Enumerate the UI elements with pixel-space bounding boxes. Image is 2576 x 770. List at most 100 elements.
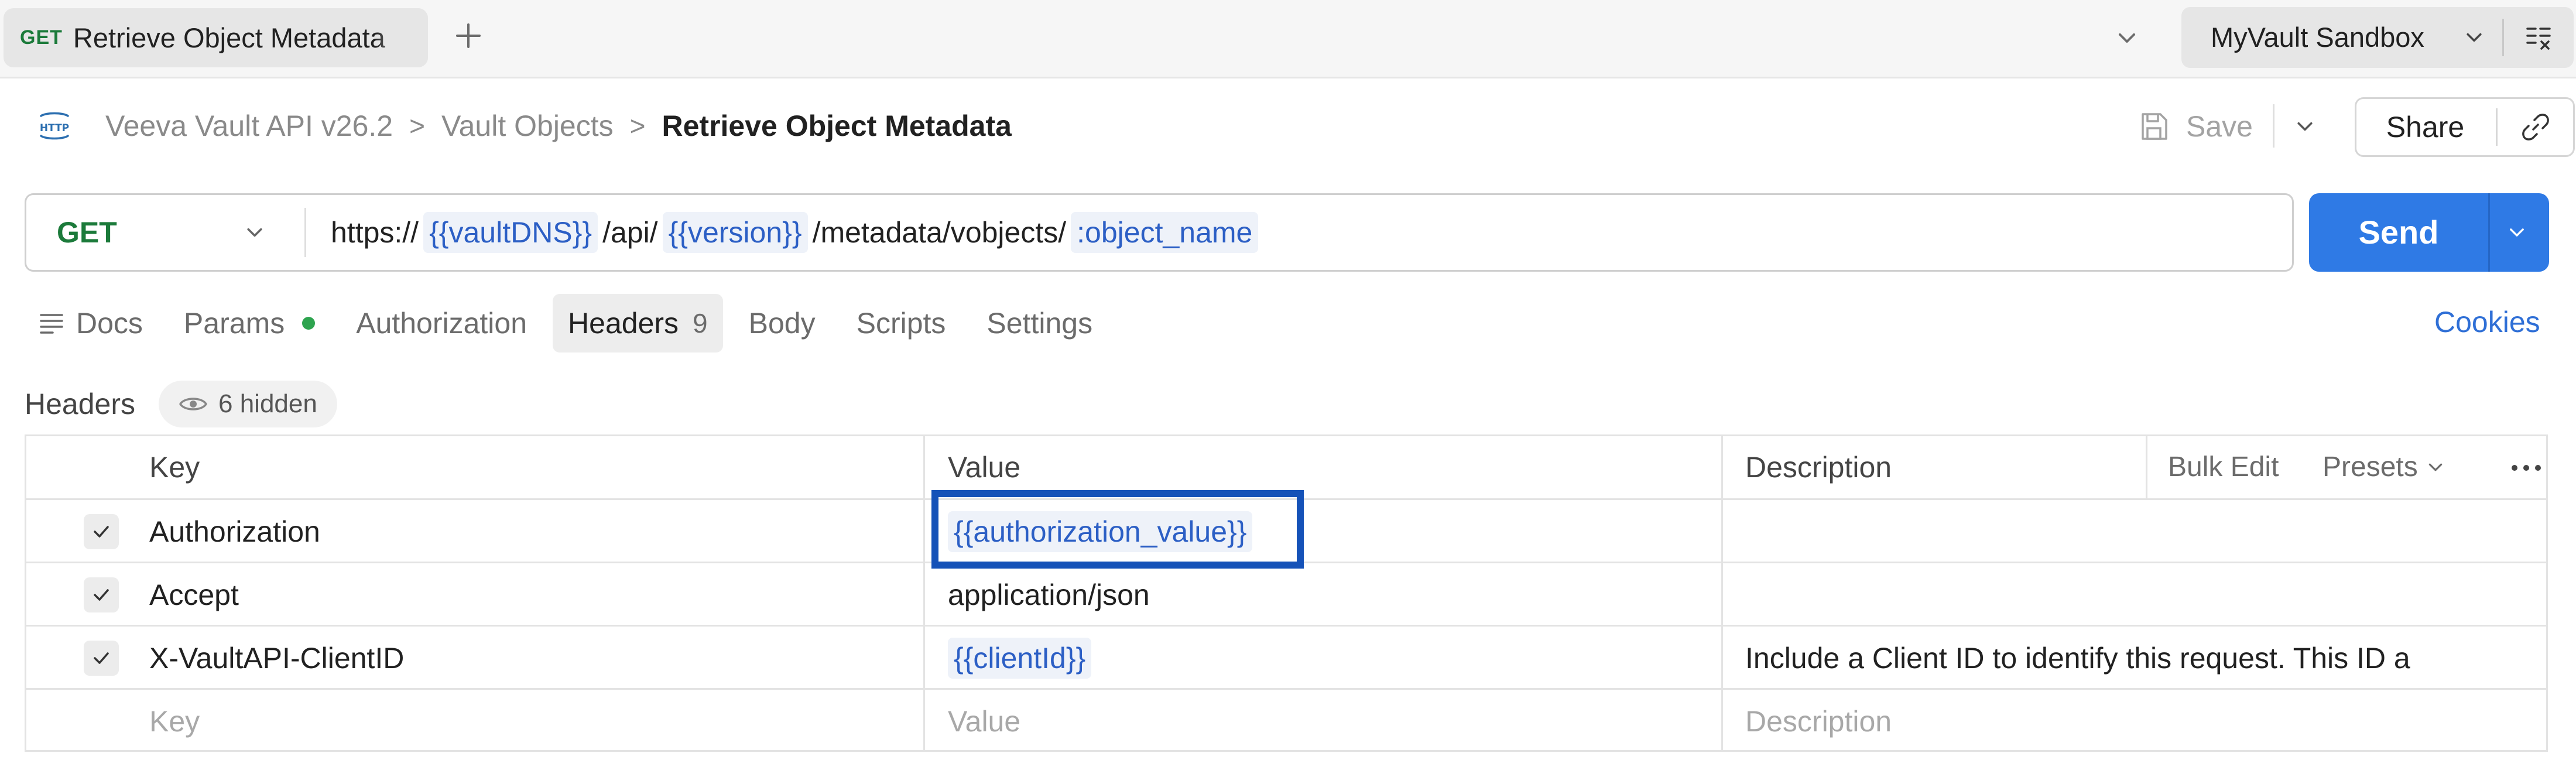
request-tab[interactable]: GET Retrieve Object Metadata: [4, 8, 428, 67]
docs-icon: [40, 314, 63, 334]
link-icon[interactable]: [2510, 107, 2561, 147]
share-group: Share: [2355, 97, 2575, 157]
new-header-key-input[interactable]: Key: [149, 690, 200, 753]
http-icon: HTTP: [34, 105, 75, 146]
header-key[interactable]: Accept: [149, 563, 239, 627]
request-tab-title: Retrieve Object Metadata: [73, 22, 385, 53]
chevron-down-icon[interactable]: [2496, 214, 2537, 251]
header-value[interactable]: application/json: [948, 563, 1150, 627]
hidden-headers-label: 6 hidden: [218, 389, 317, 418]
environment-variables-icon[interactable]: [2518, 19, 2559, 56]
plus-icon[interactable]: [448, 15, 489, 56]
request-tab-method: GET: [20, 26, 63, 49]
method-select[interactable]: GET: [26, 195, 307, 270]
request-tab-fade: [375, 8, 428, 67]
presets-label: Presets: [2322, 451, 2418, 482]
send-button[interactable]: Send: [2309, 193, 2488, 272]
url-scheme: https://: [331, 216, 419, 249]
send-group: Send: [2309, 193, 2549, 272]
chevron-down-icon: [2428, 463, 2442, 471]
table-row: X-VaultAPI-ClientID {{clientId}} Include…: [26, 627, 2546, 690]
divider: [304, 208, 306, 257]
more-options-icon[interactable]: [2509, 450, 2544, 485]
share-button[interactable]: Share: [2356, 99, 2494, 155]
row-enabled-checkbox[interactable]: [84, 641, 119, 676]
tab-headers-label: Headers: [568, 307, 679, 340]
environment-selector[interactable]: MyVault Sandbox: [2181, 7, 2574, 68]
tab-docs-label: Docs: [76, 307, 143, 340]
breadcrumb-separator: >: [409, 111, 425, 141]
presets-dropdown[interactable]: Presets: [2322, 436, 2445, 498]
breadcrumb-collection[interactable]: Veeva Vault API v26.2: [105, 109, 393, 143]
column-header-description: Description: [1745, 451, 1892, 484]
header-key[interactable]: Authorization: [149, 500, 320, 563]
tab-body-label: Body: [748, 307, 816, 340]
breadcrumb: Veeva Vault API v26.2 > Vault Objects > …: [105, 88, 1012, 164]
header-value[interactable]: {{clientId}}: [948, 627, 1092, 690]
save-button[interactable]: Save: [2137, 104, 2253, 149]
save-icon: [2142, 113, 2167, 140]
tab-docs[interactable]: Docs: [25, 294, 158, 353]
save-label: Save: [2186, 110, 2253, 143]
url-segment: /api/: [602, 216, 658, 249]
check-icon: [94, 652, 109, 664]
tab-bar: GET Retrieve Object Metadata MyVault San…: [0, 0, 2576, 78]
chevron-down-icon[interactable]: [2286, 108, 2324, 145]
url-input[interactable]: https:// {{vaultDNS}} /api/ {{version}} …: [331, 195, 1263, 270]
tab-scripts-label: Scripts: [856, 307, 946, 340]
breadcrumb-row: HTTP Veeva Vault API v26.2 > Vault Objec…: [0, 88, 2576, 164]
method-label: GET: [57, 216, 117, 249]
tab-body[interactable]: Body: [734, 294, 831, 353]
hidden-headers-toggle[interactable]: 6 hidden: [159, 381, 337, 427]
environment-name: MyVault Sandbox: [2211, 22, 2424, 53]
chevron-down-icon[interactable]: [2106, 18, 2147, 59]
bulk-edit-button[interactable]: Bulk Edit: [2168, 436, 2279, 498]
headers-table: Key Value Description Bulk Edit Presets …: [25, 434, 2548, 752]
column-header-value: Value: [948, 451, 1021, 484]
header-description[interactable]: [1745, 500, 2500, 563]
url-segment: /metadata/vobjects/: [812, 216, 1067, 249]
header-value-text: application/json: [948, 579, 1150, 611]
url-path-param[interactable]: :object_name: [1071, 212, 1259, 253]
table-row: Accept application/json: [26, 563, 2546, 627]
url-variable-version[interactable]: {{version}}: [662, 212, 808, 253]
headers-section-header: Headers 6 hidden: [25, 381, 337, 427]
breadcrumb-folder[interactable]: Vault Objects: [441, 109, 614, 143]
eye-icon: [179, 398, 207, 410]
check-icon: [94, 589, 109, 601]
divider: [2488, 193, 2490, 272]
divider: [2496, 108, 2498, 146]
tab-authorization[interactable]: Authorization: [341, 294, 542, 353]
tab-settings-label: Settings: [986, 307, 1093, 340]
header-value-variable[interactable]: {{clientId}}: [948, 638, 1092, 679]
status-dot: [302, 317, 316, 330]
header-description[interactable]: [1745, 563, 2500, 627]
headers-section-label: Headers: [25, 388, 135, 420]
header-description[interactable]: Include a Client ID to identify this req…: [1745, 627, 2500, 690]
divider: [2502, 19, 2504, 56]
cookies-link[interactable]: Cookies: [2434, 299, 2540, 345]
chevron-down-icon[interactable]: [2455, 19, 2493, 56]
svg-text:HTTP: HTTP: [40, 122, 69, 134]
header-key[interactable]: X-VaultAPI-ClientID: [149, 627, 404, 690]
check-icon: [94, 526, 109, 538]
tab-params[interactable]: Params: [169, 294, 330, 353]
new-header-description-input[interactable]: Description: [1745, 690, 2500, 753]
divider: [2273, 104, 2274, 148]
tab-headers[interactable]: Headers 9: [553, 294, 723, 353]
tab-authorization-label: Authorization: [356, 307, 527, 340]
tab-settings[interactable]: Settings: [971, 294, 1108, 353]
row-enabled-checkbox[interactable]: [84, 577, 119, 612]
row-enabled-checkbox[interactable]: [84, 514, 119, 549]
tab-headers-count: 9: [693, 308, 708, 338]
new-header-value-input[interactable]: Value: [948, 690, 1020, 753]
page-title[interactable]: Retrieve Object Metadata: [662, 109, 1012, 143]
tab-params-label: Params: [183, 307, 285, 340]
column-header-key: Key: [149, 451, 200, 484]
url-variable-vaultdns[interactable]: {{vaultDNS}}: [423, 212, 598, 253]
request-url-bar: GET https:// {{vaultDNS}} /api/ {{versio…: [25, 193, 2294, 272]
table-row-new: Key Value Description: [26, 690, 2546, 753]
highlight-box: [931, 490, 1304, 569]
tab-scripts[interactable]: Scripts: [841, 294, 961, 353]
column-divider: [2146, 436, 2147, 498]
